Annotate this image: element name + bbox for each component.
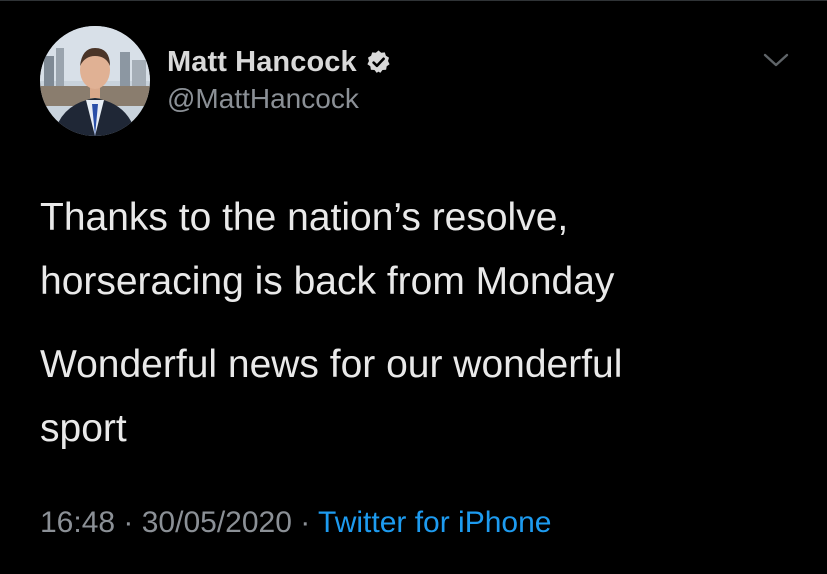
tweet-time[interactable]: 16:48 <box>40 506 115 539</box>
meta-separator: · <box>291 506 319 539</box>
avatar[interactable] <box>40 26 150 136</box>
tweet-date[interactable]: 30/05/2020 <box>142 506 292 539</box>
author-names: Matt Hancock @MattHancock <box>167 44 392 115</box>
display-name-row: Matt Hancock <box>167 44 392 80</box>
meta-separator: · <box>115 506 142 539</box>
chevron-down-icon[interactable] <box>762 50 790 70</box>
handle[interactable]: @MattHancock <box>167 83 392 115</box>
tweet-paragraph: Thanks to the nation’s resolve, horserac… <box>40 196 615 303</box>
top-divider <box>0 0 827 1</box>
tweet-header: Matt Hancock @MattHancock <box>40 26 800 138</box>
tweet-paragraph: Wonderful news for our wonderful sport <box>40 343 623 450</box>
verified-badge-icon <box>365 49 392 76</box>
profile-photo-icon <box>40 26 150 136</box>
tweet-source-link[interactable]: Twitter for iPhone <box>318 506 551 539</box>
tweet-text: Thanks to the nation’s resolve, horserac… <box>40 186 800 461</box>
tweet-meta: 16:48 · 30/05/2020 · Twitter for iPhone <box>40 506 551 540</box>
display-name[interactable]: Matt Hancock <box>167 46 357 79</box>
